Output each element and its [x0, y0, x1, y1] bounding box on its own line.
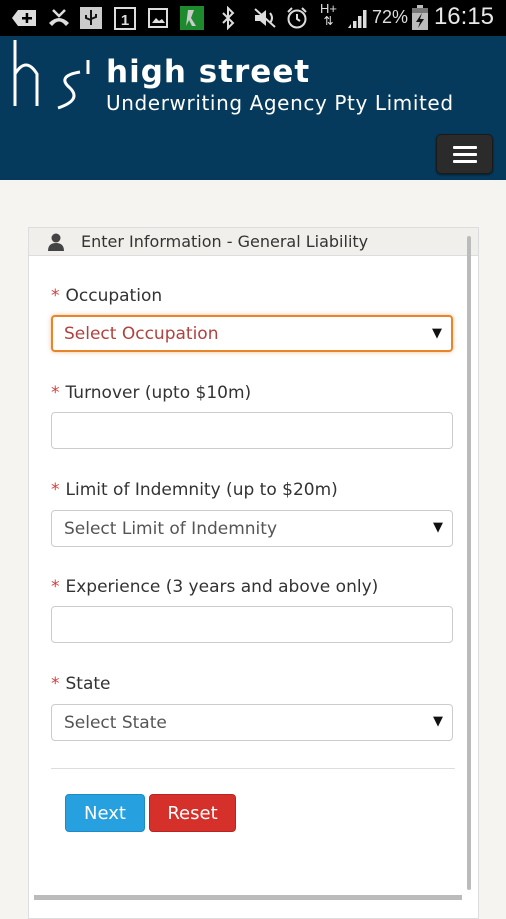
required-marker: *: [51, 286, 60, 306]
occupation-select-value: Select Occupation: [64, 324, 219, 344]
experience-label-text: Experience (3 years and above only): [65, 577, 379, 597]
hplus-data-icon: H+ ⇅: [320, 1, 337, 28]
next-button[interactable]: Next: [65, 794, 145, 832]
reset-button[interactable]: Reset: [149, 794, 236, 832]
alarm-icon: [285, 6, 309, 30]
dropdown-arrow-icon: ▼: [433, 714, 443, 729]
hamburger-icon: [453, 146, 477, 149]
card-title: Enter Information - General Liability: [81, 232, 369, 251]
calendar-icon: 1: [114, 6, 136, 30]
limit-select-value: Select Limit of Indemnity: [64, 519, 278, 539]
turnover-label-text: Turnover (upto $10m): [65, 383, 252, 403]
state-label: * State: [51, 674, 111, 694]
experience-input[interactable]: [51, 606, 453, 643]
signal-icon: [346, 6, 370, 30]
required-marker: *: [51, 383, 60, 403]
battery-percent: 72%: [372, 7, 409, 27]
occupation-select[interactable]: Select Occupation ▼: [51, 315, 453, 352]
occupation-label-text: Occupation: [65, 286, 163, 306]
user-icon: [47, 233, 65, 251]
dropdown-arrow-icon: ▼: [432, 326, 442, 341]
svg-text:1: 1: [121, 12, 129, 29]
turnover-label: * Turnover (upto $10m): [51, 383, 251, 403]
required-marker: *: [51, 480, 60, 500]
required-marker: *: [51, 674, 60, 694]
bluetooth-icon: [220, 6, 236, 30]
occupation-label: * Occupation: [51, 286, 162, 306]
card-header: Enter Information - General Liability: [29, 228, 478, 256]
turnover-input[interactable]: [51, 412, 453, 449]
mute-icon: [253, 6, 279, 30]
menu-toggle-button[interactable]: [436, 134, 493, 174]
missed-call-icon: [46, 6, 72, 30]
limit-of-indemnity-label: * Limit of Indemnity (up to $20m): [51, 480, 338, 500]
hs-logo-icon[interactable]: [12, 40, 92, 112]
image-icon: [148, 6, 168, 30]
add-icon: [10, 6, 38, 30]
horizontal-scrollbar[interactable]: [34, 895, 462, 900]
sports-app-icon: [180, 6, 204, 30]
brand-subtitle: Underwriting Agency Pty Limited: [106, 91, 454, 115]
battery-charging-icon: [411, 5, 429, 30]
clock: 16:15: [433, 3, 494, 30]
state-label-text: State: [65, 674, 111, 694]
state-select[interactable]: Select State ▼: [51, 704, 453, 741]
status-bar: 1 H+ ⇅ 72% 16:15: [0, 0, 506, 36]
vertical-scrollbar[interactable]: [467, 236, 471, 890]
brand-title: high street: [106, 54, 311, 90]
usb-icon: [80, 6, 102, 30]
dropdown-arrow-icon: ▼: [433, 520, 443, 535]
experience-label: * Experience (3 years and above only): [51, 577, 378, 597]
limit-of-indemnity-select[interactable]: Select Limit of Indemnity ▼: [51, 510, 453, 547]
limit-of-indemnity-label-text: Limit of Indemnity (up to $20m): [65, 480, 338, 500]
required-marker: *: [51, 577, 60, 597]
state-select-value: Select State: [64, 713, 167, 733]
site-header: high street Underwriting Agency Pty Limi…: [0, 36, 506, 180]
form-divider: [51, 768, 455, 769]
